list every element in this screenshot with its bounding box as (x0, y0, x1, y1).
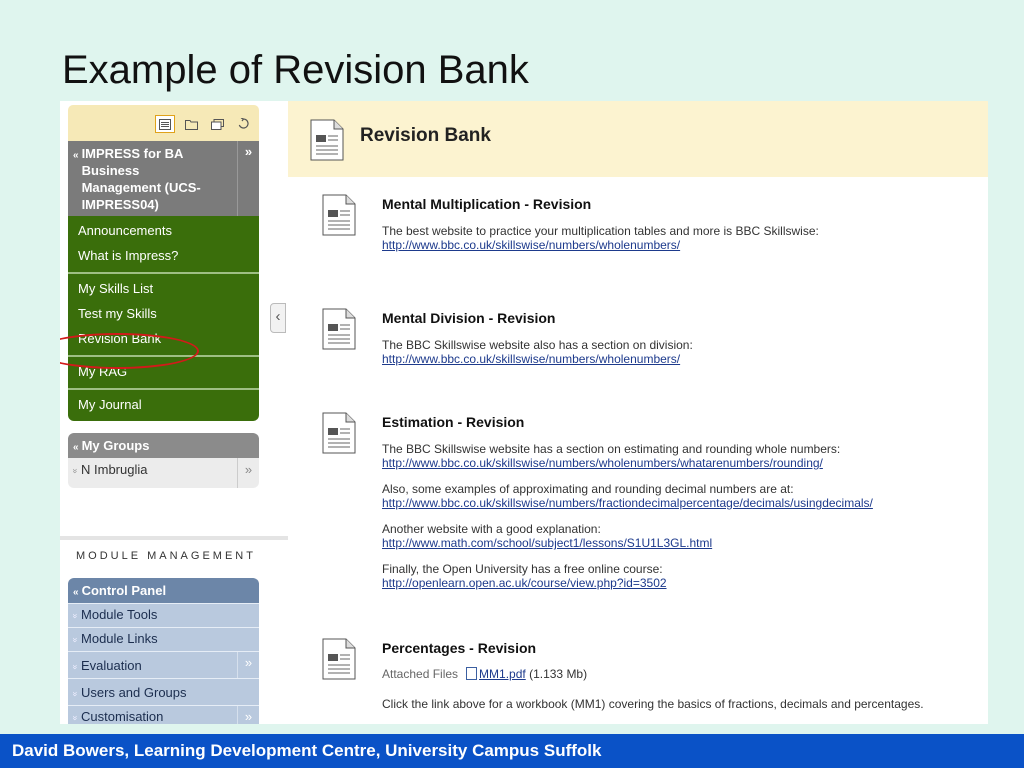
item-text: The BBC Skillswise website has a section… (382, 442, 841, 456)
attachment-size: (1.133 Mb) (529, 667, 588, 681)
control-panel-header[interactable]: «Control Panel (68, 578, 259, 603)
item-text: Also, some examples of approximating and… (382, 482, 794, 496)
group-chevron-icon[interactable]: » (237, 458, 259, 488)
list-view-icon[interactable] (155, 115, 175, 133)
expand-caret-icon: » (70, 715, 81, 721)
control-panel-title: Control Panel (81, 583, 167, 598)
menu-item-my-journal[interactable]: My Journal (68, 392, 259, 417)
menu-group: My Journal (68, 390, 259, 421)
attachment-link[interactable]: MM1.pdf (479, 667, 526, 681)
window-icon[interactable] (207, 115, 227, 133)
collapse-menu-button[interactable]: ‹ (270, 303, 286, 333)
item-link[interactable]: http://openlearn.open.ac.uk/course/view.… (382, 576, 988, 590)
item-body: The best website to practice your multip… (382, 224, 988, 264)
cp-item-label: Evaluation (81, 658, 142, 673)
cp-chevron-icon[interactable]: » (237, 652, 259, 678)
item-title[interactable]: Mental Multiplication - Revision (382, 196, 591, 212)
cp-item-label: Module Tools (81, 607, 158, 622)
item-title[interactable]: Mental Division - Revision (382, 310, 555, 326)
item-title[interactable]: Percentages - Revision (382, 640, 536, 656)
course-title: IMPRESS for BA Business Management (UCS-… (81, 146, 201, 212)
file-icon (466, 667, 478, 680)
page-title: Revision Bank (360, 125, 491, 146)
item-link[interactable]: http://www.bbc.co.uk/skillswise/numbers/… (382, 496, 988, 510)
group-item-n-imbruglia[interactable]: »N Imbruglia » (68, 458, 259, 488)
expand-caret-icon: » (70, 664, 81, 670)
course-chevron-icon[interactable]: » (237, 141, 259, 216)
expand-caret-icon: » (70, 691, 81, 697)
slide-title: Example of Revision Bank (62, 48, 529, 92)
cp-item-module-tools[interactable]: »Module Tools (68, 603, 259, 627)
slide-footer: David Bowers, Learning Development Centr… (0, 734, 1024, 768)
document-icon (322, 194, 356, 241)
collapse-caret-icon[interactable]: « (73, 442, 79, 453)
item-link[interactable]: http://www.bbc.co.uk/skillswise/numbers/… (382, 238, 988, 252)
cp-item-label: Customisation (81, 709, 164, 724)
item-body: Attached Files MM1.pdf (1.133 Mb) Click t… (382, 667, 988, 723)
document-icon (322, 638, 356, 685)
screenshot-frame: «IMPRESS for BA Business Management (UCS… (60, 101, 988, 724)
module-management-label: MODULE MANAGEMENT (76, 550, 256, 562)
cp-chevron-icon[interactable]: » (237, 706, 259, 724)
menu-item-announcements[interactable]: Announcements (68, 218, 259, 243)
attached-files-label: Attached Files (382, 667, 459, 681)
menu-toolbar (68, 105, 259, 141)
cp-item-evaluation[interactable]: »Evaluation» (68, 651, 259, 678)
cp-item-module-links[interactable]: »Module Links (68, 627, 259, 651)
item-text: Finally, the Open University has a free … (382, 562, 663, 576)
refresh-icon[interactable] (233, 115, 253, 133)
item-description: Click the link above for a workbook (MM1… (382, 697, 924, 711)
item-body: The BBC Skillswise website has a section… (382, 442, 988, 602)
document-icon (322, 412, 356, 459)
expand-caret-icon: » (70, 613, 81, 619)
my-groups-panel: «My Groups »N Imbruglia » (68, 433, 259, 488)
menu-group: Announcements What is Impress? (68, 216, 259, 274)
item-title[interactable]: Estimation - Revision (382, 414, 524, 430)
item-text: The best website to practice your multip… (382, 224, 819, 238)
my-groups-header[interactable]: «My Groups (68, 433, 259, 458)
divider (60, 536, 288, 540)
item-link[interactable]: http://www.bbc.co.uk/skillswise/numbers/… (382, 352, 988, 366)
cp-item-customisation[interactable]: »Customisation» (68, 705, 259, 724)
item-link[interactable]: http://www.bbc.co.uk/skillswise/numbers/… (382, 456, 988, 470)
expand-caret-icon: » (70, 637, 81, 643)
collapse-caret-icon[interactable]: « (73, 150, 79, 161)
course-links: Announcements What is Impress? My Skills… (68, 216, 259, 421)
item-text: Another website with a good explanation: (382, 522, 601, 536)
cp-item-label: Users and Groups (81, 685, 187, 700)
menu-item-test-my-skills[interactable]: Test my Skills (68, 301, 259, 326)
cp-item-label: Module Links (81, 631, 158, 646)
group-item-label: N Imbruglia (81, 462, 148, 477)
item-text: The BBC Skillswise website also has a se… (382, 338, 693, 352)
course-menu: «IMPRESS for BA Business Management (UCS… (68, 105, 259, 488)
control-panel: «Control Panel »Module Tools »Module Lin… (68, 578, 259, 724)
collapse-caret-icon[interactable]: « (73, 587, 79, 598)
document-icon (310, 119, 344, 166)
document-icon (322, 308, 356, 355)
menu-item-my-skills-list[interactable]: My Skills List (68, 276, 259, 301)
content-header: Revision Bank (288, 101, 988, 177)
folder-view-icon[interactable] (181, 115, 201, 133)
item-link[interactable]: http://www.math.com/school/subject1/less… (382, 536, 988, 550)
content-area: Revision Bank Mental Multiplication - Re… (288, 101, 988, 724)
item-body: The BBC Skillswise website also has a se… (382, 338, 988, 378)
course-header[interactable]: «IMPRESS for BA Business Management (UCS… (68, 141, 259, 216)
menu-item-what-is-impress[interactable]: What is Impress? (68, 243, 259, 268)
cp-item-users-and-groups[interactable]: »Users and Groups (68, 678, 259, 705)
my-groups-title: My Groups (81, 438, 150, 453)
expand-caret-icon[interactable]: » (71, 468, 81, 473)
